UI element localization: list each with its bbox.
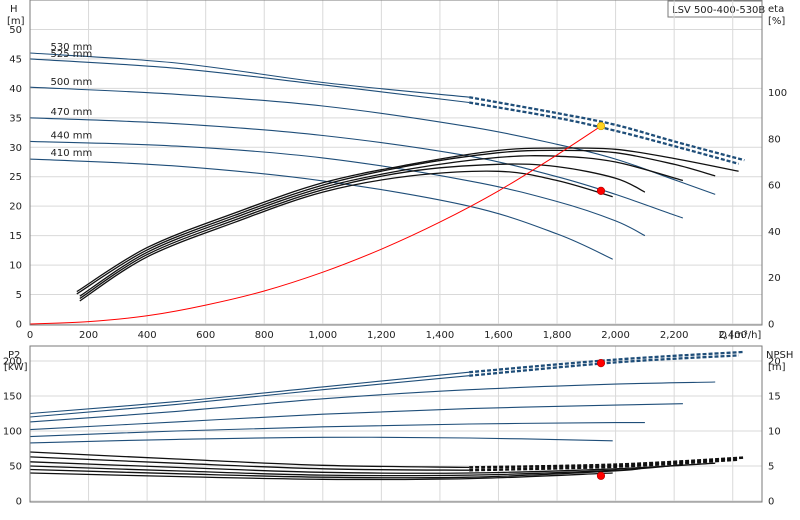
curve-labels-layer: 530 mm525 mm500 mm470 mm440 mm410 mm [50,42,92,159]
head-tick-label: 20 [9,202,22,213]
head-curve-dashed [468,101,739,165]
head-curve-label: 500 mm [50,77,92,88]
ticks-layer: 0 200 400 600 800 1,000 1,200 1,400 1,600 1,800 2,… [3,25,787,508]
operating-point-red [596,186,606,195]
head-curve-label: 525 mm [50,49,92,60]
flow-tick-label: 1,000 [308,330,337,341]
efficiency-curve [79,163,646,300]
flow-tick-label: 1,600 [484,330,513,341]
power-curve-dashed [469,350,745,374]
head-tick-label: 35 [9,113,22,124]
power-tick-label: 200 [3,357,22,368]
head-curve-label: 410 mm [50,148,92,159]
operating-point-yellow [596,121,606,131]
eta-tick-label: 40 [768,227,781,238]
flow-tick-label: 1,800 [543,330,572,341]
flow-tick-label: 200 [79,330,98,341]
operating-points-layer [596,121,606,480]
head-tick-label: 15 [9,231,22,242]
head-tick-label: 50 [9,25,22,36]
power-tick-label: 0 [16,497,22,508]
head-curve-label: 440 mm [50,130,92,141]
eta-tick-label: 100 [768,88,787,99]
head-tick-label: 0 [16,320,22,331]
eta-axis-name: eta [768,4,784,15]
chart-title: LSV 500-400-530B [672,5,765,16]
flow-tick-label: 400 [138,330,157,341]
head-tick-label: 5 [16,290,22,301]
power-tick-label: 150 [3,392,22,403]
power-curve [29,381,716,423]
eta-tick-label: 20 [768,273,781,284]
pump-performance-chart: LSV 500-400-530B H [m] eta [%] Q [m³/h] … [3,0,793,508]
operating-point-red [596,471,606,480]
head-tick-label: 10 [9,261,22,272]
eta-axis-unit: [%] [768,16,785,27]
npsh-tick-label: 10 [768,427,781,438]
head-curve-solid [29,58,470,104]
head-tick-label: 30 [9,143,22,154]
flow-tick-label: 600 [196,330,215,341]
eta-tick-label: 60 [768,181,781,192]
npsh-tick-label: 15 [768,392,781,403]
npsh-tick-label: 5 [768,462,774,473]
npsh-tick-label: 0 [768,497,774,508]
operating-point-red [596,359,606,368]
head-tick-label: 40 [9,84,22,95]
head-panel-frame [29,0,763,326]
flow-tick-label: 800 [255,330,274,341]
head-curve [29,117,684,219]
head-curve-label: 470 mm [50,107,92,118]
flow-tick-label: 0 [27,330,33,341]
eta-tick-label: 0 [768,320,774,331]
curves-layer [29,52,745,481]
npsh-tick-label: 20 [768,357,781,368]
head-axis-name: H [10,4,18,15]
power-tick-label: 100 [3,427,22,438]
flow-tick-label: 2,000 [601,330,630,341]
flow-tick-label: 1,200 [367,330,396,341]
flow-tick-label: 2,200 [660,330,689,341]
flow-tick-label: 1,400 [426,330,455,341]
flow-tick-label: 2,400 [718,330,747,341]
head-tick-label: 45 [9,54,22,65]
power-curve [29,436,613,444]
power-tick-label: 50 [9,462,22,473]
eta-tick-label: 80 [768,134,781,145]
head-tick-label: 25 [9,172,22,183]
